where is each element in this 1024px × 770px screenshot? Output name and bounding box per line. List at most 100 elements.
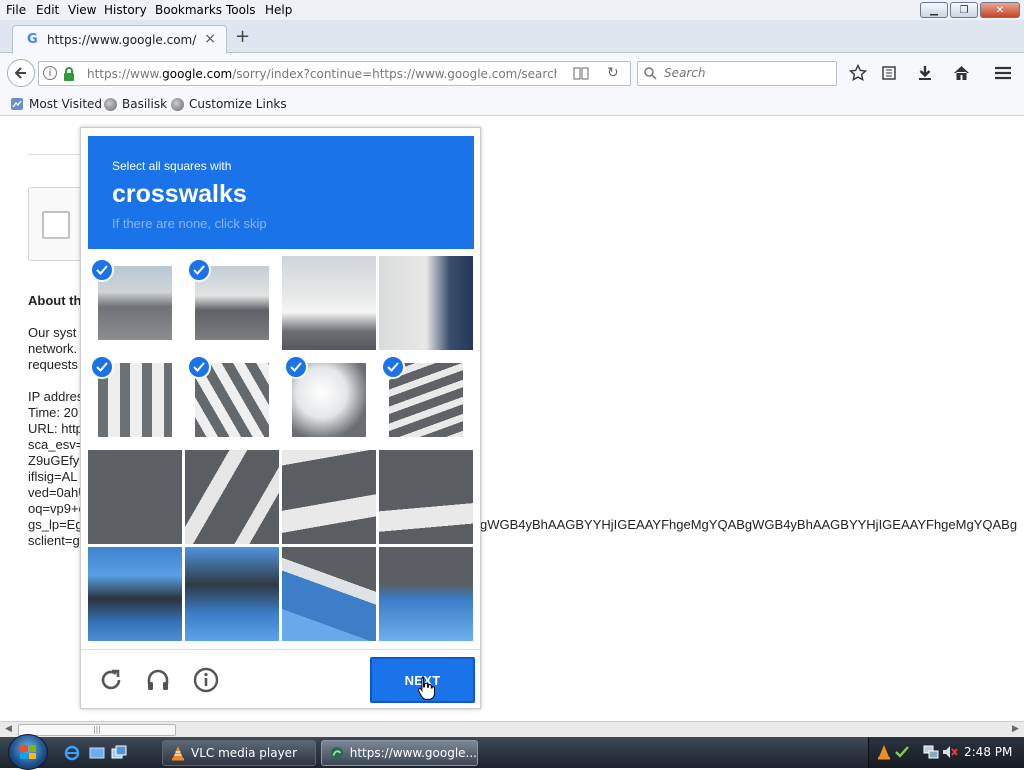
basilisk-browser-icon bbox=[330, 746, 343, 760]
bookmark-customize-links[interactable]: Customize Links bbox=[171, 97, 287, 111]
reader-view-icon[interactable] bbox=[573, 67, 589, 83]
globe-icon bbox=[171, 97, 184, 111]
reload-icon[interactable]: ↻ bbox=[607, 65, 619, 81]
tab-google[interactable]: G https://www.google.com/se × bbox=[12, 25, 227, 54]
grid-tile[interactable] bbox=[282, 256, 376, 350]
bookmarks-list-icon[interactable] bbox=[879, 63, 899, 83]
site-info-icon[interactable]: i bbox=[43, 66, 57, 80]
page-text-overflow: gWGB4yBhAAGBYYHjIGEAAYFhgeMgYQABgWGB4yBh… bbox=[480, 517, 1018, 532]
challenge-header: Select all squares with crosswalks If th… bbox=[88, 136, 474, 249]
grid-tile[interactable] bbox=[185, 450, 279, 544]
tab-title: https://www.google.com/se bbox=[47, 33, 197, 47]
url-bar[interactable]: i https://www.google.com/sorry/index?con… bbox=[38, 61, 631, 86]
tile-image bbox=[282, 450, 376, 544]
check-icon bbox=[381, 355, 405, 379]
start-button[interactable] bbox=[8, 734, 48, 770]
volume-muted-icon[interactable] bbox=[942, 744, 958, 760]
search-input[interactable] bbox=[664, 66, 832, 80]
show-desktop-icon[interactable] bbox=[89, 745, 105, 761]
tile-image bbox=[185, 450, 279, 544]
recaptcha-checkbox[interactable] bbox=[42, 211, 70, 239]
taskbar-vlc[interactable]: VLC media player bbox=[162, 740, 316, 766]
recaptcha-checkbox-widget bbox=[28, 187, 88, 261]
reload-icon[interactable] bbox=[97, 666, 125, 694]
menu-tools[interactable]: Tools bbox=[226, 3, 256, 17]
lock-icon[interactable] bbox=[63, 67, 75, 84]
info-icon[interactable] bbox=[192, 666, 220, 694]
menu-help[interactable]: Help bbox=[265, 3, 292, 17]
hamburger-menu-icon[interactable] bbox=[993, 63, 1013, 83]
switch-windows-icon[interactable] bbox=[111, 745, 127, 761]
headphones-icon[interactable] bbox=[144, 666, 172, 694]
bookmark-star-icon[interactable] bbox=[848, 63, 868, 83]
page-text-line: Z9uGEfy bbox=[28, 453, 80, 468]
search-box[interactable] bbox=[637, 61, 837, 86]
tile-image bbox=[88, 450, 182, 544]
tile-image bbox=[379, 256, 473, 350]
tab-close-icon[interactable]: × bbox=[204, 31, 216, 47]
grid-tile-selected[interactable] bbox=[379, 353, 473, 447]
grid-tile-selected[interactable] bbox=[185, 256, 279, 350]
horizontal-scrollbar[interactable]: ◀ ||| ▶ bbox=[0, 721, 1024, 737]
grid-tile[interactable] bbox=[379, 256, 473, 350]
page-text-line: network. bbox=[28, 341, 78, 356]
back-button[interactable] bbox=[7, 59, 35, 87]
close-window-button[interactable]: ✕ bbox=[980, 2, 1020, 18]
minimize-button[interactable]: ▁ bbox=[920, 2, 948, 18]
new-tab-button[interactable]: + bbox=[235, 26, 250, 47]
grid-tile[interactable] bbox=[379, 450, 473, 544]
page-text-line: URL: http bbox=[28, 421, 83, 436]
page-text-line: Time: 20 bbox=[28, 405, 79, 420]
grid-tile[interactable] bbox=[282, 547, 376, 641]
scroll-left-icon[interactable]: ◀ bbox=[5, 724, 12, 734]
divider bbox=[28, 154, 88, 155]
vlc-tray-icon[interactable] bbox=[877, 744, 891, 760]
about-heading: About th bbox=[28, 293, 82, 308]
menu-file[interactable]: File bbox=[6, 3, 26, 17]
grid-tile-selected[interactable] bbox=[185, 353, 279, 447]
scroll-right-icon[interactable]: ▶ bbox=[1012, 724, 1019, 734]
grid-tile[interactable] bbox=[88, 450, 182, 544]
grid-tile[interactable] bbox=[88, 547, 182, 641]
grid-tile[interactable] bbox=[379, 547, 473, 641]
check-icon bbox=[284, 355, 308, 379]
taskbar-clock[interactable]: 2:48 PM bbox=[964, 745, 1012, 759]
globe-icon bbox=[104, 97, 117, 111]
grid-tile-selected[interactable] bbox=[88, 353, 182, 447]
grid-tile-selected[interactable] bbox=[282, 353, 376, 447]
grid-tile-selected[interactable] bbox=[88, 256, 182, 350]
tab-strip: G https://www.google.com/se × + bbox=[0, 20, 1024, 54]
challenge-instruction: Select all squares with bbox=[112, 159, 232, 173]
network-tray-icon[interactable] bbox=[923, 744, 939, 760]
grid-tile[interactable] bbox=[282, 450, 376, 544]
menu-edit[interactable]: Edit bbox=[36, 3, 59, 17]
tile-image bbox=[88, 547, 182, 641]
security-tray-icon[interactable] bbox=[895, 745, 909, 759]
page-text-line: sca_esv= bbox=[28, 437, 84, 452]
recaptcha-challenge: Select all squares with crosswalks If th… bbox=[80, 127, 481, 709]
page-text-line: requests bbox=[28, 357, 78, 372]
scrollbar-thumb[interactable]: ||| bbox=[18, 724, 176, 736]
tile-image bbox=[379, 547, 473, 641]
challenge-hint: If there are none, click skip bbox=[112, 216, 267, 231]
menu-view[interactable]: View bbox=[68, 3, 96, 17]
bookmark-basilisk[interactable]: Basilisk bbox=[104, 97, 167, 111]
page-text-line: oq=vp9+c bbox=[28, 501, 86, 516]
menu-bookmarks[interactable]: Bookmarks bbox=[155, 3, 222, 17]
restore-button[interactable]: ❐ bbox=[950, 2, 978, 18]
bookmark-most-visited[interactable]: Most Visited bbox=[10, 97, 102, 111]
download-icon[interactable] bbox=[915, 63, 935, 83]
check-icon bbox=[187, 355, 211, 379]
google-favicon-icon: G bbox=[27, 32, 38, 47]
taskbar-browser[interactable]: https://www.google... bbox=[321, 740, 478, 766]
page-text-line: iflsig=AL bbox=[28, 469, 78, 484]
bookmarks-bar: Most Visited Basilisk Customize Links bbox=[0, 92, 1024, 116]
menu-history[interactable]: History bbox=[104, 3, 147, 17]
tile-grid bbox=[88, 256, 474, 642]
tile-image bbox=[379, 450, 473, 544]
hand-cursor-icon bbox=[417, 677, 435, 700]
grid-tile[interactable] bbox=[185, 547, 279, 641]
home-icon[interactable] bbox=[951, 63, 971, 83]
most-visited-icon bbox=[11, 98, 23, 110]
internet-explorer-icon[interactable] bbox=[64, 745, 80, 761]
